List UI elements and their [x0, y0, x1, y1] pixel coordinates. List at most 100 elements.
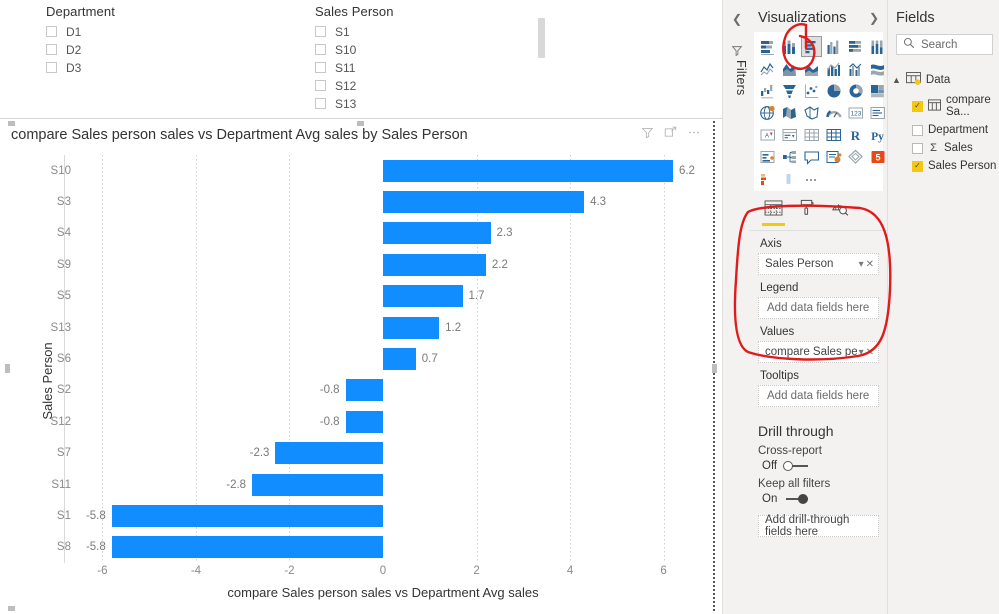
bar[interactable] [383, 316, 440, 339]
keep-all-filters-toggle-row[interactable]: On [762, 493, 887, 505]
viz-icon-python-script-visual[interactable]: Py [867, 124, 888, 145]
viz-icon-funnel-chart[interactable] [779, 80, 800, 101]
slicer-item-d1[interactable]: D1 [46, 23, 286, 40]
viz-icon-100-percent-stacked-bar-chart[interactable] [845, 36, 866, 57]
viz-icon-smart-narrative-visual[interactable] [823, 146, 844, 167]
field-item-sales-person[interactable]: Sales Person [888, 157, 999, 175]
bar[interactable] [383, 222, 491, 245]
field-checkbox-sales-person[interactable] [912, 160, 923, 172]
bar[interactable] [275, 442, 383, 465]
viz-icon-line-and-stacked-column-chart[interactable] [823, 58, 844, 79]
well-legend[interactable]: Add data fields here [758, 297, 879, 319]
bar[interactable] [252, 473, 383, 496]
field-item-department[interactable]: Department [888, 121, 999, 139]
field-checkbox-sales[interactable] [912, 142, 923, 154]
viz-icon-map-visual[interactable] [757, 102, 778, 123]
chevron-left-icon[interactable]: ❮ [732, 12, 742, 26]
drill-through-dropzone[interactable]: Add drill-through fields here [758, 514, 879, 538]
keep-all-filters-toggle[interactable] [783, 494, 809, 504]
well-tooltips[interactable]: Add data fields here [758, 385, 879, 407]
checkbox-s1[interactable] [315, 26, 326, 37]
filter-icon[interactable] [641, 126, 654, 143]
viz-icon-r-script-visual[interactable]: R [845, 124, 866, 145]
viz-icon-ribbon-chart[interactable] [867, 58, 888, 79]
viz-icon-multi-row-card-visual[interactable] [867, 102, 888, 123]
viz-icon-slicer-visual[interactable] [779, 124, 800, 145]
bar[interactable] [383, 348, 416, 370]
viz-icon-stacked-bar-chart[interactable] [757, 36, 778, 57]
field-item-compare-sa[interactable]: compare Sa... [888, 91, 999, 121]
field-checkbox-department[interactable] [912, 124, 923, 136]
viz-icon-gauge-visual[interactable] [823, 102, 844, 123]
bar-chart-visual[interactable]: compare Sales person sales vs Department… [5, 120, 717, 612]
viz-icon-paginated-report-visual[interactable] [845, 146, 866, 167]
cross-report-toggle-row[interactable]: Off [762, 460, 887, 472]
viz-icon-line-chart[interactable] [757, 58, 778, 79]
chevron-right-icon[interactable]: ❯ [869, 11, 879, 25]
visualization-type-gallery[interactable]: 123 A R Py 5 [754, 32, 885, 191]
checkbox-s13[interactable] [315, 98, 326, 109]
bar[interactable] [111, 536, 383, 559]
viz-icon-100-percent-stacked-column-chart[interactable] [867, 36, 888, 57]
viz-icon-decomposition-tree-visual[interactable] [779, 146, 800, 167]
fields-tree[interactable]: ▲ Data ✓ compare Sa... Department Σ Sale… [888, 69, 999, 175]
tree-root-data[interactable]: ▲ Data [888, 69, 999, 91]
bar[interactable] [345, 379, 383, 402]
chevron-up-icon[interactable]: ▲ [892, 75, 901, 85]
bar[interactable] [383, 253, 486, 276]
slicer-item-s1[interactable]: S1 [315, 23, 535, 40]
visualizations-pane[interactable]: Visualizations ❯ 123 A R Py 5 Axis Sales… [750, 0, 888, 614]
viz-icon-arcgis-maps-visual[interactable] [757, 168, 778, 189]
viz-icon-waterfall-chart[interactable] [757, 80, 778, 101]
report-canvas[interactable]: Department D1 D2 D3 Sales Person S1 S10 … [0, 0, 722, 614]
bar[interactable] [383, 159, 673, 182]
checkbox-s10[interactable] [315, 44, 326, 55]
well-axis[interactable]: Sales Person ▾ ✕ [758, 253, 879, 275]
slicer-item-s12[interactable]: S12 [315, 77, 535, 94]
slicer-item-s11[interactable]: S11 [315, 59, 535, 76]
visualization-pane-tabs[interactable] [750, 191, 887, 231]
cross-report-toggle[interactable] [783, 461, 809, 471]
viz-icon-pie-chart[interactable] [823, 80, 844, 101]
viz-icon-stacked-column-chart[interactable] [779, 36, 800, 57]
field-item-sales[interactable]: Σ Sales [888, 139, 999, 157]
viz-icon-kpi-visual[interactable]: A [757, 124, 778, 145]
tab-format[interactable] [799, 199, 815, 226]
viz-icon-table-visual[interactable] [801, 124, 822, 145]
viz-icon-clustered-bar-chart[interactable] [801, 36, 822, 57]
bar[interactable] [383, 191, 585, 214]
checkbox-s12[interactable] [315, 80, 326, 91]
checkbox-d2[interactable] [46, 44, 57, 55]
slicer-item-d3[interactable]: D3 [46, 59, 286, 76]
chevron-down-icon-axis[interactable]: ▾ [859, 259, 864, 270]
checkbox-d1[interactable] [46, 26, 57, 37]
slicer-sales-person[interactable]: Sales Person S1 S10 S11 S12 S13 [315, 4, 535, 113]
focus-mode-icon[interactable] [664, 126, 677, 143]
viz-icon-treemap-chart[interactable] [867, 80, 888, 101]
fields-pane[interactable]: Fields Search ▲ Data ✓ compare Sa... Dep… [888, 0, 999, 614]
viz-icon-stacked-area-chart[interactable] [801, 58, 822, 79]
viz-icon-power-apps-visual[interactable]: 5 [867, 146, 888, 167]
field-checkbox-compare-sa[interactable] [912, 100, 923, 112]
viz-icon-get-more-visuals[interactable] [801, 168, 822, 189]
viz-icon-key-influencers-visual[interactable] [757, 146, 778, 167]
bar[interactable] [383, 285, 463, 308]
search-input[interactable]: Search [896, 34, 993, 55]
checkbox-s11[interactable] [315, 62, 326, 73]
viz-icon-scatter-chart[interactable] [801, 80, 822, 101]
more-options-icon[interactable] [687, 126, 701, 143]
filter-funnel-icon[interactable] [730, 44, 744, 61]
viz-icon-scroller-visual[interactable] [779, 168, 800, 189]
remove-field-icon-axis[interactable]: ✕ [866, 259, 874, 270]
remove-field-icon-values[interactable]: ✕ [866, 347, 874, 358]
viz-icon-card-visual[interactable]: 123 [845, 102, 866, 123]
slicer-department[interactable]: Department D1 D2 D3 [46, 4, 286, 77]
bar[interactable] [111, 504, 383, 527]
filters-pane-collapsed[interactable]: ❮ Filters [722, 0, 750, 614]
viz-icon-qa-visual[interactable] [801, 146, 822, 167]
well-values[interactable]: compare Sales person s ▾ ✕ [758, 341, 879, 363]
viz-icon-donut-chart[interactable] [845, 80, 866, 101]
viz-icon-line-and-clustered-column-chart[interactable] [845, 58, 866, 79]
slicer-item-s10[interactable]: S10 [315, 41, 535, 58]
field-wells[interactable]: Axis Sales Person ▾ ✕ Legend Add data fi… [750, 238, 887, 407]
